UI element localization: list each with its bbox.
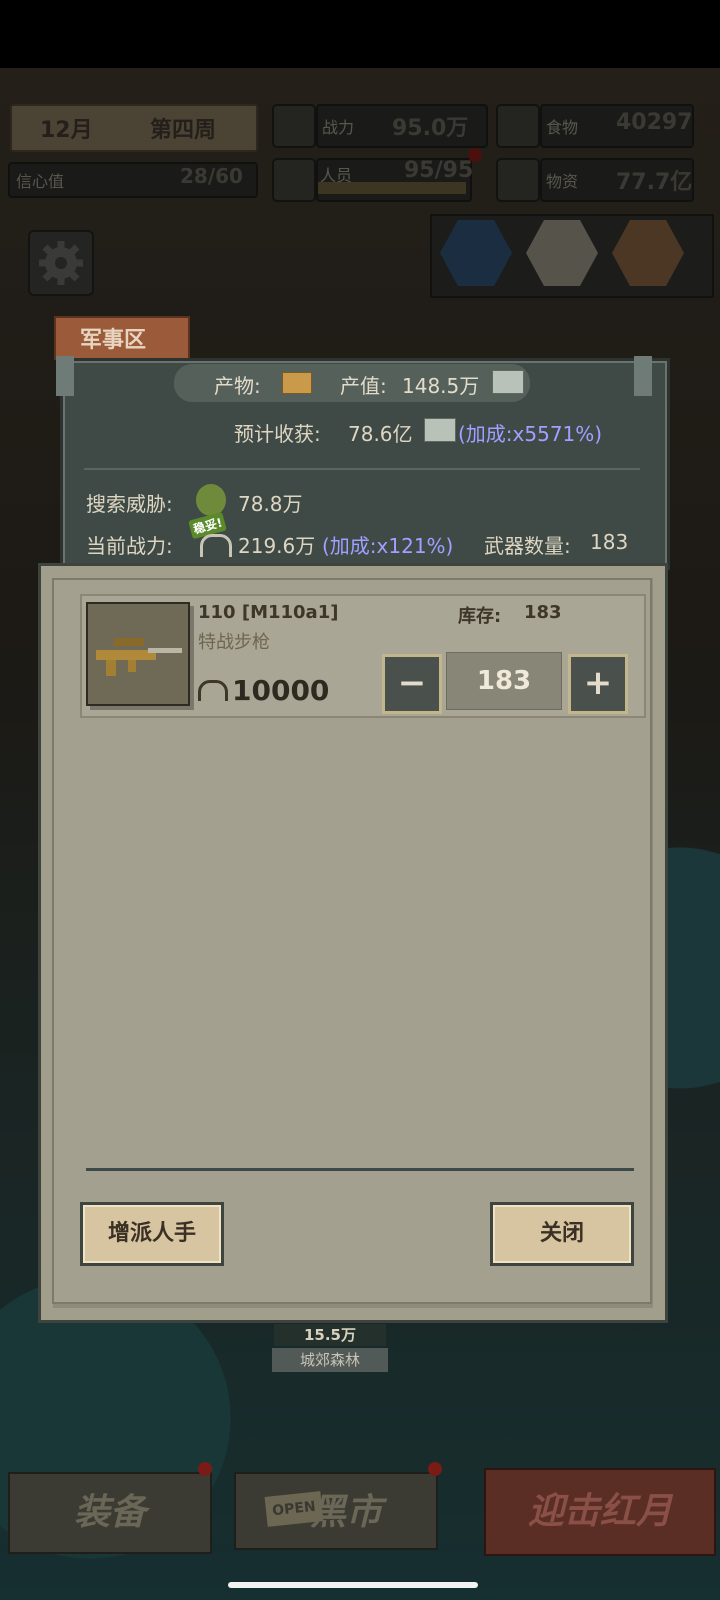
expected-label: 预计收获: bbox=[234, 422, 321, 446]
notification-dot bbox=[198, 1462, 212, 1476]
output-value: 148.5万 bbox=[402, 374, 480, 398]
decrease-button[interactable]: − bbox=[382, 654, 442, 714]
current-power-bonus: (加成:x121%) bbox=[322, 534, 454, 558]
map-power-value: 15.5万 bbox=[274, 1324, 386, 1346]
output-label: 产值: bbox=[340, 374, 387, 398]
divider bbox=[84, 468, 640, 470]
weapons-count-value: 183 bbox=[590, 530, 629, 554]
notification-dot bbox=[428, 1462, 442, 1476]
gun-power-icon bbox=[198, 680, 228, 701]
weapon-power: 10000 bbox=[232, 674, 330, 707]
stock-label: 库存: bbox=[458, 606, 502, 627]
status-bar bbox=[0, 0, 720, 68]
map-location-name[interactable]: 城郊森林 bbox=[272, 1348, 388, 1372]
rifle-icon bbox=[96, 638, 182, 676]
weapon-thumbnail bbox=[86, 602, 190, 706]
increase-button[interactable]: + bbox=[568, 654, 628, 714]
equipment-button[interactable]: 装备 bbox=[8, 1472, 212, 1554]
expected-bonus: (加成:x5571%) bbox=[458, 422, 603, 446]
home-indicator bbox=[228, 1582, 478, 1588]
close-button[interactable]: 关闭 bbox=[490, 1202, 634, 1266]
current-power-label: 当前战力: bbox=[86, 534, 173, 558]
cash-icon bbox=[492, 370, 524, 394]
expected-value: 78.6亿 bbox=[348, 422, 413, 446]
open-sign: OPEN bbox=[264, 1491, 324, 1527]
product-icon bbox=[282, 372, 312, 394]
attack-red-moon-button[interactable]: 迎击红月 bbox=[484, 1468, 716, 1556]
weapons-count-label: 武器数量: bbox=[484, 534, 571, 558]
threat-value: 78.8万 bbox=[238, 492, 303, 516]
weapon-type: 特战步枪 bbox=[198, 632, 270, 653]
cash-icon bbox=[424, 418, 456, 442]
assign-staff-button[interactable]: 增派人手 bbox=[80, 1202, 224, 1266]
current-power-value: 219.6万 bbox=[238, 534, 316, 558]
panel-corner-right bbox=[634, 356, 652, 396]
panel-corner-left bbox=[56, 356, 74, 396]
quantity-field[interactable]: 183 bbox=[446, 652, 562, 710]
dialog-divider bbox=[86, 1168, 634, 1171]
product-label: 产物: bbox=[214, 374, 261, 398]
mummy-icon bbox=[196, 484, 226, 516]
weapon-name: 110 [M110a1] bbox=[198, 602, 339, 623]
area-tag-text: 军事区 bbox=[80, 328, 147, 353]
stock-value: 183 bbox=[524, 602, 562, 623]
black-market-button[interactable]: 黑市 bbox=[234, 1472, 438, 1550]
gun-power-icon bbox=[200, 534, 232, 557]
threat-label: 搜索威胁: bbox=[86, 492, 173, 516]
